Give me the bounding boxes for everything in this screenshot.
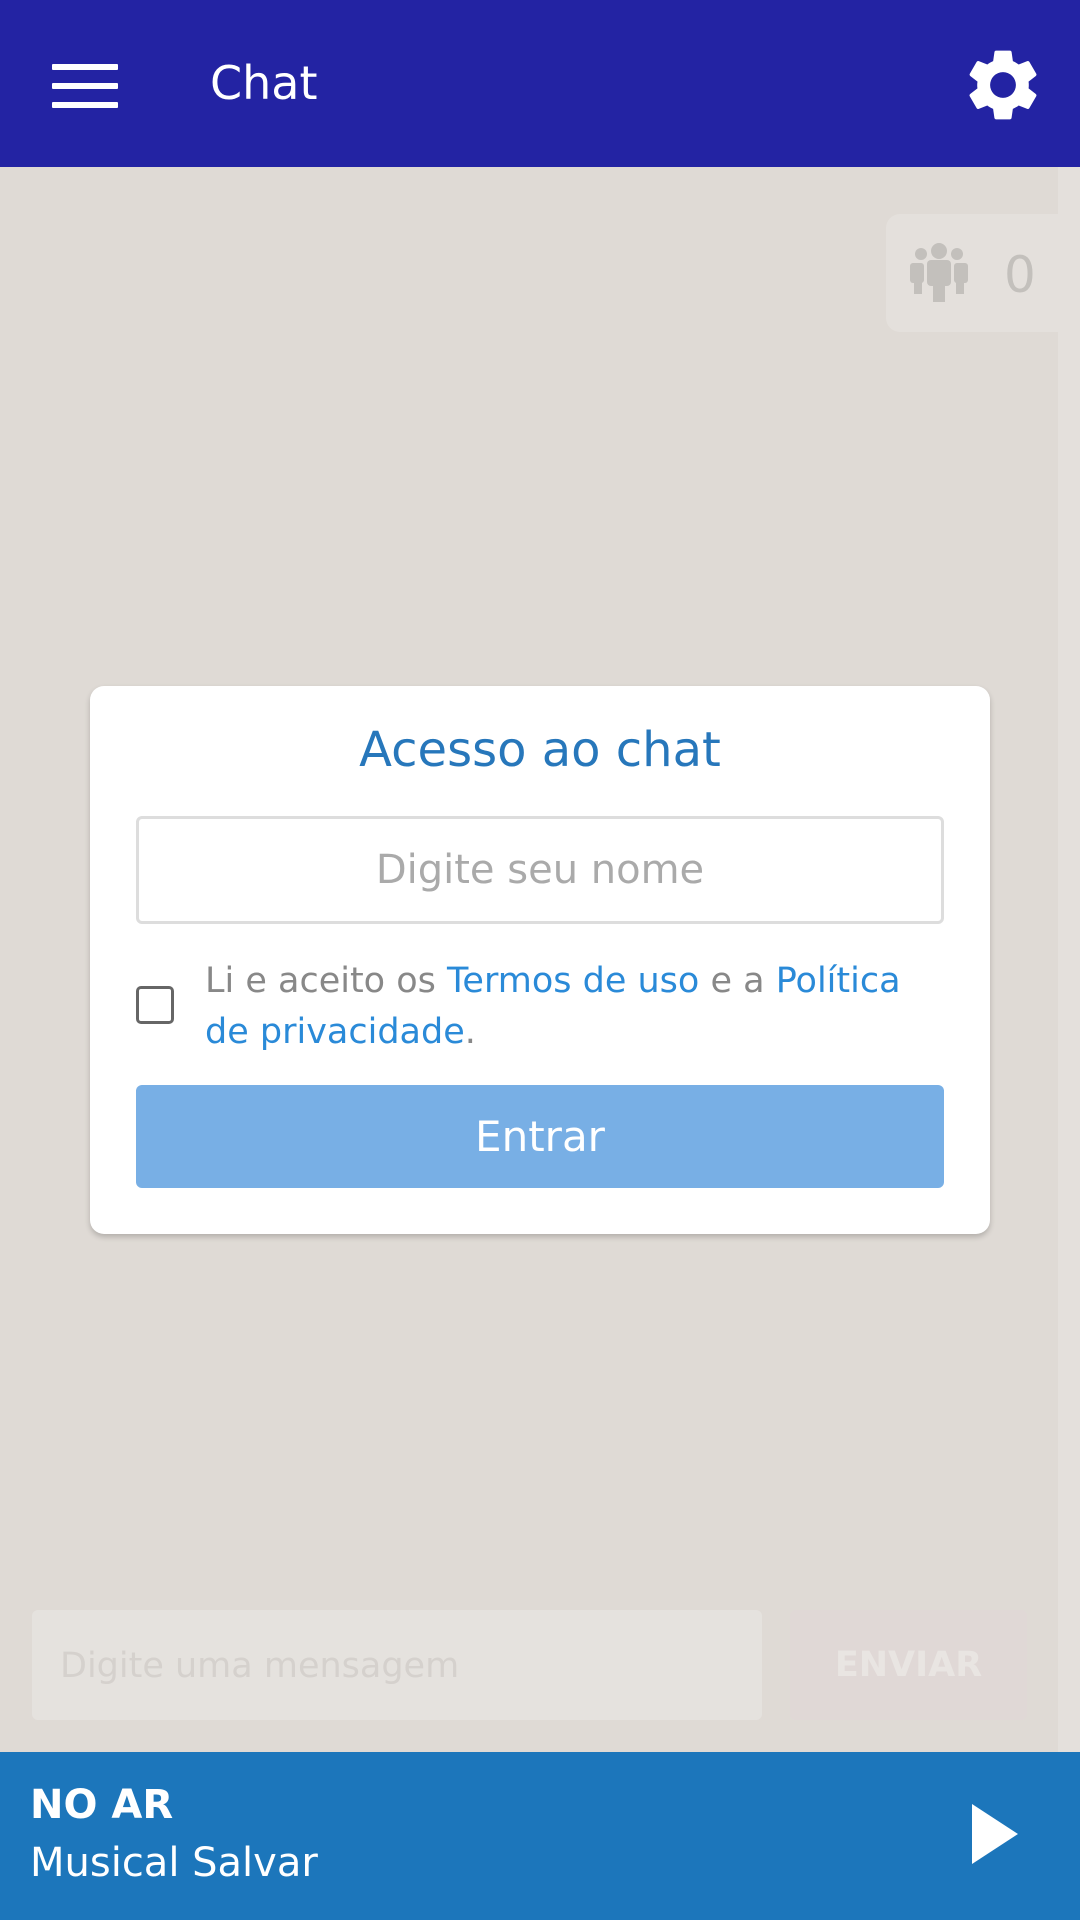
program-name: Musical Salvar [30, 1840, 318, 1886]
terms-text: Li e aceito os Termos de uso e a Polític… [205, 956, 945, 1058]
play-icon[interactable] [972, 1804, 1018, 1864]
online-users-badge[interactable]: 0 [886, 214, 1060, 332]
app-header: Chat [0, 0, 1080, 167]
users-group-icon [910, 243, 968, 302]
terms-checkbox[interactable] [136, 986, 174, 1024]
terms-middle: e a [699, 961, 776, 1001]
dialog-title: Acesso ao chat [359, 722, 721, 778]
terms-suffix: . [464, 1012, 476, 1052]
message-input[interactable]: Digite uma mensagem [32, 1610, 762, 1720]
name-input[interactable] [136, 816, 944, 924]
now-playing-bar: NO AR Musical Salvar [0, 1752, 1080, 1920]
scrollbar[interactable] [1058, 167, 1080, 1752]
chat-access-dialog: Acesso ao chat Li e aceito os Termos de … [90, 686, 990, 1234]
terms-prefix: Li e aceito os [205, 961, 447, 1001]
page-title: Chat [210, 56, 318, 110]
send-button[interactable]: ENVIAR [790, 1610, 1027, 1720]
hamburger-menu-icon[interactable] [52, 64, 118, 108]
terms-of-use-link[interactable]: Termos de uso [447, 961, 699, 1001]
online-users-count: 0 [1004, 246, 1036, 304]
on-air-label: NO AR [30, 1782, 174, 1828]
gear-icon[interactable] [960, 42, 1046, 128]
enter-button[interactable]: Entrar [136, 1085, 944, 1188]
